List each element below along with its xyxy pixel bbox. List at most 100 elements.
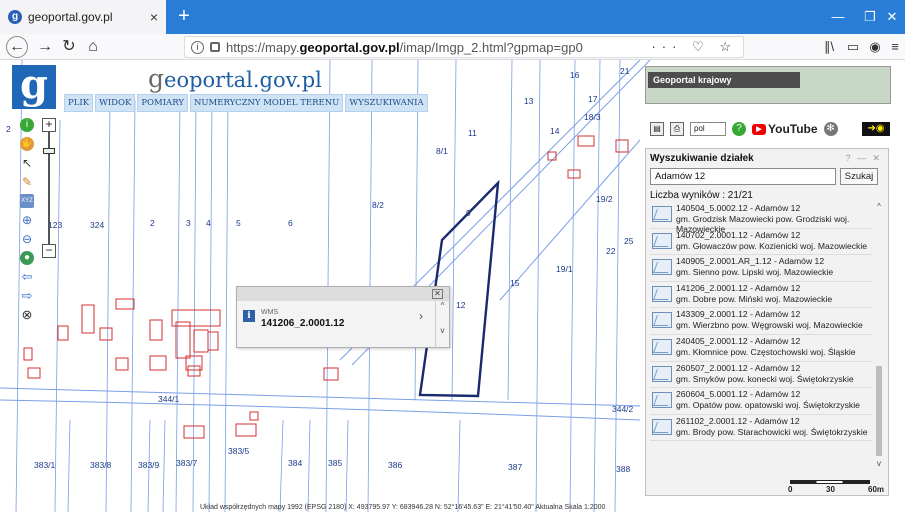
chevron-up-icon[interactable]: ^: [874, 202, 884, 211]
help-icon[interactable]: ?: [732, 122, 746, 136]
results-scrollbar[interactable]: ^ v: [874, 202, 884, 468]
forward-extent-icon[interactable]: ⇨: [20, 289, 34, 303]
zoom-out-tool-icon[interactable]: ⊖: [20, 232, 34, 246]
list-item[interactable]: 143309_2.0001.12 - Adamów 12 gm. Wierzbno…: [650, 308, 872, 335]
parcel-label: 12: [456, 300, 466, 310]
parcel-label: 383/7: [176, 458, 198, 468]
list-item[interactable]: 240405_2.0001.12 - Adamów 12 gm. Kłomnice…: [650, 335, 872, 362]
browser-tab-bar: g geoportal.gov.pl × + — ❐ ✕: [0, 0, 905, 34]
youtube-link[interactable]: ▶ YouTube: [752, 122, 818, 136]
menu-plik[interactable]: PLIK: [64, 94, 94, 112]
settings-icon[interactable]: ✻: [823, 122, 838, 136]
parcel-label: 383/1: [34, 460, 56, 470]
accessibility-eye-icon[interactable]: ➜◉: [862, 122, 890, 136]
parcel-label: 4: [206, 218, 211, 228]
zoom-thumb[interactable]: [43, 148, 55, 154]
parcel-label: 15: [510, 278, 520, 288]
parcel-label: 13: [524, 96, 534, 106]
search-input[interactable]: Adamów 12: [650, 168, 836, 185]
parcel-label: 386: [388, 460, 403, 470]
parcel-label: 383/5: [228, 446, 250, 456]
parcel-label: 3: [186, 218, 191, 228]
parcel-label: 19/2: [596, 194, 613, 204]
list-item[interactable]: 260604_5.0001.12 - Adamów 12 gm. Opatów p…: [650, 388, 872, 415]
pencil-icon[interactable]: ✎: [20, 175, 34, 189]
tab-close-icon[interactable]: ×: [150, 9, 158, 25]
parcel-label: 16: [570, 70, 580, 80]
reload-icon[interactable]: ↻: [58, 36, 80, 58]
zoom-in-tool-icon[interactable]: ⊕: [20, 213, 34, 227]
lock-icon: [210, 42, 220, 52]
list-item[interactable]: 140702_2.0001.12 - Adamów 12 gm. Głowaczó…: [650, 229, 872, 256]
account-icon[interactable]: ◉: [864, 36, 886, 58]
library-icon[interactable]: ∥\: [818, 36, 840, 58]
parcel-label: 14: [550, 126, 560, 136]
zoom-slider[interactable]: + −: [42, 118, 56, 258]
parcel-label: 2: [150, 218, 155, 228]
list-item[interactable]: 260507_2.0001.12 - Adamów 12 gm. Smyków p…: [650, 362, 872, 389]
clear-icon[interactable]: ⊗: [20, 308, 34, 322]
parcel-label: 5: [236, 218, 241, 228]
parcel-icon: [652, 365, 672, 382]
panel-title: Wyszukiwanie działek: [650, 153, 754, 164]
parcel-icon: [652, 338, 672, 355]
search-button[interactable]: Szukaj: [840, 168, 878, 185]
info-icon[interactable]: i: [191, 40, 204, 54]
forward-arrow-icon[interactable]: →: [34, 36, 56, 58]
list-item[interactable]: 141206_2.0001.12 - Adamów 12 gm. Dobre po…: [650, 282, 872, 309]
language-select[interactable]: pol: [690, 122, 726, 136]
select-arrow-icon[interactable]: ↖: [20, 156, 34, 170]
popup-scrollbar[interactable]: ^ v: [435, 301, 449, 349]
minimap[interactable]: Geoportal krajowy: [645, 66, 891, 104]
scale-bar: 0 30 60m: [788, 472, 890, 494]
page-actions-icon[interactable]: ··· ♡ ☆: [651, 39, 743, 55]
chevron-down-icon[interactable]: v: [874, 459, 884, 468]
panel-window-controls[interactable]: ? — ✕: [845, 153, 882, 164]
parcel-label: 8/1: [436, 146, 448, 156]
pan-hand-icon[interactable]: ✋: [20, 137, 34, 151]
parcel-label: 344/1: [158, 394, 180, 404]
popup-parcel-id[interactable]: 141206_2.0001.12: [261, 318, 344, 329]
minimize-button[interactable]: —: [820, 0, 856, 34]
zoom-out-button[interactable]: −: [42, 244, 56, 258]
back-extent-icon[interactable]: ⇦: [20, 270, 34, 284]
menu-nmt[interactable]: NUMERYCZNY MODEL TERENU: [189, 94, 344, 112]
browser-tab[interactable]: g geoportal.gov.pl ×: [0, 0, 166, 34]
new-tab-button[interactable]: +: [172, 5, 196, 29]
parcel-label: 344/2: [612, 404, 634, 414]
info-tool-icon[interactable]: i: [20, 118, 34, 132]
zoom-in-button[interactable]: +: [42, 118, 56, 132]
close-window-button[interactable]: ✕: [874, 0, 905, 34]
parcel-icon: [652, 285, 672, 302]
chevron-right-icon[interactable]: ›: [419, 309, 423, 323]
menu-icon[interactable]: ≡: [884, 36, 905, 58]
list-item[interactable]: 140905_2.0001.AR_1.12 - Adamów 12 gm. Sie…: [650, 255, 872, 282]
map-toolbar: i ✋ ↖ ✎ XYZ ⊕ ⊖ ● ⇦ ⇨ ⊗: [14, 118, 40, 322]
menu-pomiary[interactable]: POMIARY: [137, 94, 188, 112]
popup-header: ✕: [237, 287, 449, 301]
list-item[interactable]: 261102_2.0001.12 - Adamów 12 gm. Brody po…: [650, 415, 872, 442]
print-icon[interactable]: ⎙: [670, 122, 684, 136]
scroll-up-icon[interactable]: ^: [436, 301, 449, 310]
scroll-down-icon[interactable]: v: [436, 326, 449, 335]
map-canvas[interactable]: 16 13 17 11 8/1 14 19/2 18/3 8/2 9 22 25…: [0, 60, 905, 512]
home-icon[interactable]: ⌂: [82, 36, 104, 58]
parcel-label: 324: [90, 220, 105, 230]
back-arrow-icon[interactable]: ←: [6, 36, 28, 58]
parcel-icon: [652, 392, 672, 409]
list-item[interactable]: 140504_5.0002.12 - Adamów 12 gm. Grodzisk…: [650, 202, 872, 234]
parcel-icon: [652, 418, 672, 435]
xyz-icon[interactable]: XYZ: [20, 194, 34, 208]
minimap-title: Geoportal krajowy: [648, 72, 800, 88]
menu-widok[interactable]: WIDOK: [95, 94, 136, 112]
parcel-label: 22: [606, 246, 616, 256]
legend-icon[interactable]: ▤: [650, 122, 664, 136]
popup-close-icon[interactable]: ✕: [432, 289, 443, 299]
menu-wyszukiwania[interactable]: WYSZUKIWANIA: [345, 94, 428, 112]
sidebar-icon[interactable]: ▭: [842, 36, 864, 58]
parcel-icon: [652, 232, 672, 249]
address-bar[interactable]: i https://mapy.geoportal.gov.pl/imap/Img…: [184, 36, 744, 58]
globe-icon[interactable]: ●: [20, 251, 34, 265]
geoportal-favicon-icon: g: [8, 10, 22, 24]
scroll-thumb[interactable]: [876, 366, 882, 456]
